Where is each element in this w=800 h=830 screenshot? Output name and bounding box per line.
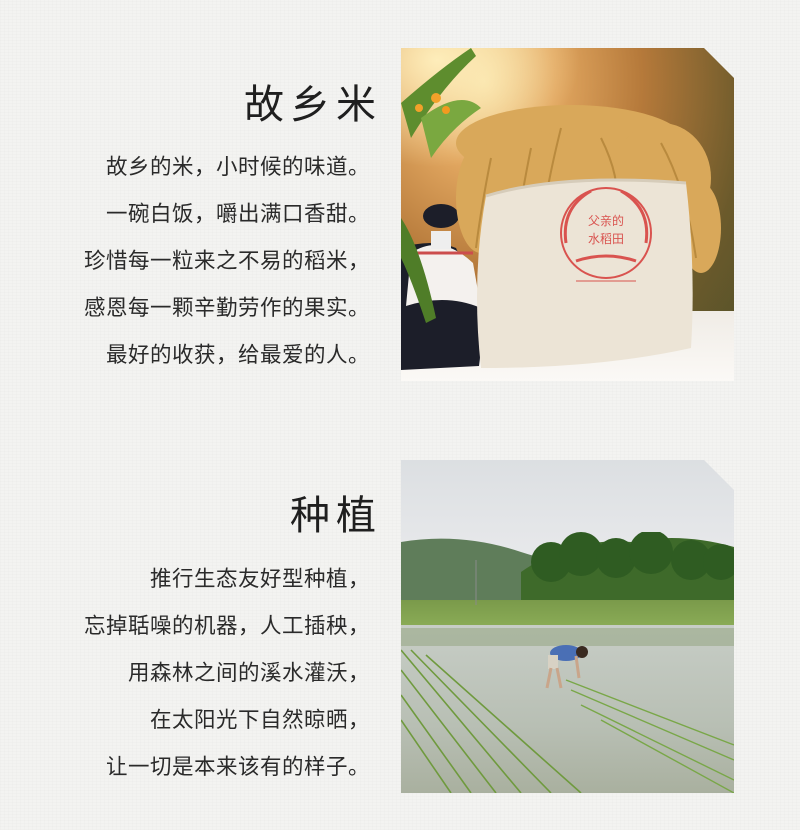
poem-line: 最好的收获，给最爱的人。 <box>105 343 370 368</box>
poem-line: 感恩每一颗辛勤劳作的果实。 <box>83 296 370 321</box>
section-title: 故乡米 <box>244 82 382 128</box>
poem-text: 故乡的米，小时候的味道。 一碗白饭，嚼出满口香甜。 珍惜每一粒来之不易的稻米， … <box>84 144 370 379</box>
poem-line: 珍惜每一粒来之不易的稻米， <box>83 249 370 274</box>
poem-line: 忘掉聒噪的机器，人工插秧， <box>83 614 370 639</box>
svg-text:父亲的: 父亲的 <box>588 213 624 228</box>
poem-line: 推行生态友好型种植， <box>149 567 370 592</box>
section-title: 种植 <box>290 493 382 539</box>
poem-line: 故乡的米，小时候的味道。 <box>105 155 370 180</box>
farmer-figure <box>545 645 588 689</box>
section-planting: 种植 推行生态友好型种植， 忘掉聒噪的机器，人工插秧， 用森林之间的溪水灌沃， … <box>0 400 800 830</box>
poem-line: 在太阳光下自然晾晒， <box>149 708 370 733</box>
poem-line: 用森林之间的溪水灌沃， <box>127 661 370 686</box>
poem-text: 推行生态友好型种植， 忘掉聒噪的机器，人工插秧， 用森林之间的溪水灌沃， 在太阳… <box>84 556 370 791</box>
section-hometown-rice: 故乡米 故乡的米，小时候的味道。 一碗白饭，嚼出满口香甜。 珍惜每一粒来之不易的… <box>0 0 800 400</box>
poem-line: 让一切是本来该有的样子。 <box>105 755 370 780</box>
svg-text:水稻田: 水稻田 <box>588 232 624 246</box>
rice-paddy-photo <box>401 460 734 793</box>
poem-line: 一碗白饭，嚼出满口香甜。 <box>105 202 370 227</box>
rice-sack-photo: 父亲的 水稻田 <box>401 48 734 381</box>
